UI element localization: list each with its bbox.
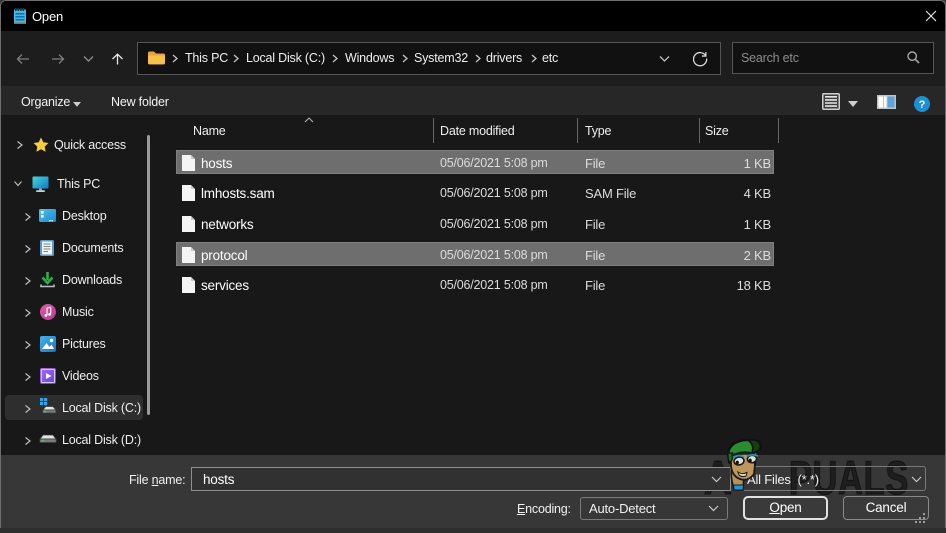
svg-text:?: ?: [919, 99, 926, 111]
